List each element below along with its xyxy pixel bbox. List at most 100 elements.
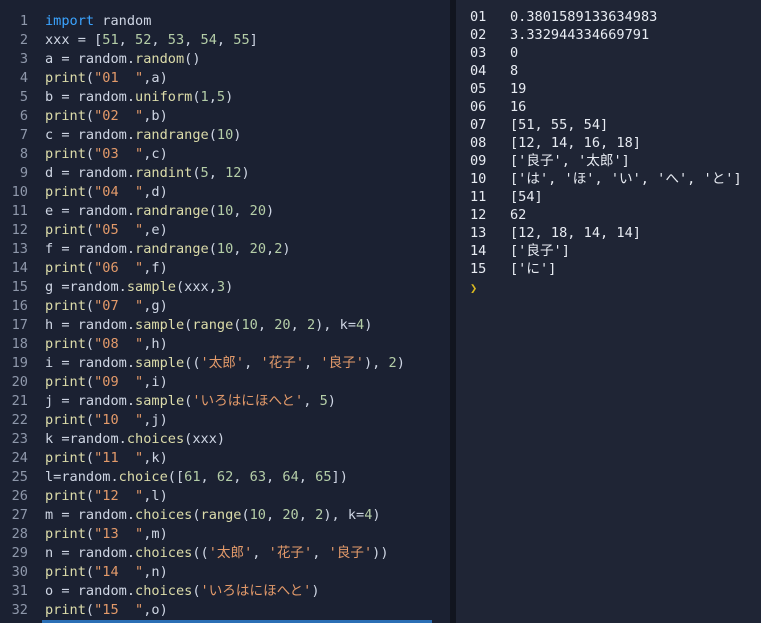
code-text[interactable]: print("06 ",f) — [45, 259, 168, 278]
line-number: 4 — [19, 70, 28, 86]
code-text[interactable]: print("04 ",d) — [45, 183, 168, 202]
line-number: 25 — [11, 469, 28, 485]
line-number: 14 — [11, 260, 28, 276]
code-text[interactable]: m = random.choices(range(10, 20, 2), k=4… — [45, 506, 381, 525]
output-label: 15 — [470, 261, 487, 277]
code-text[interactable]: n = random.choices(('太郎', '花子', '良子')) — [45, 544, 389, 563]
code-text[interactable]: k =random.choices(xxx) — [45, 430, 225, 449]
code-text[interactable]: h = random.sample(range(10, 20, 2), k=4) — [45, 316, 372, 335]
output-value: 19 — [510, 81, 527, 97]
output-label: 09 — [470, 153, 487, 169]
code-text[interactable]: d = random.randint(5, 12) — [45, 164, 250, 183]
output-value: 3.332944334669791 — [510, 27, 650, 43]
line-number: 30 — [11, 564, 28, 580]
output-line: 01 0.3801589133634983 — [470, 8, 657, 26]
output-label: 11 — [470, 189, 487, 205]
line-number: 21 — [11, 393, 28, 409]
line-number: 32 — [11, 602, 28, 618]
code-text[interactable]: print("09 ",i) — [45, 373, 168, 392]
line-number: 10 — [11, 184, 28, 200]
line-number: 31 — [11, 583, 28, 599]
output-line: 06 16 — [470, 98, 526, 116]
code-text[interactable]: f = random.randrange(10, 20,2) — [45, 240, 291, 259]
code-text[interactable]: print("01 ",a) — [45, 69, 168, 88]
line-number: 15 — [11, 279, 28, 295]
code-text[interactable]: print("11 ",k) — [45, 449, 168, 468]
line-number: 13 — [11, 241, 28, 257]
code-text[interactable]: print("07 ",g) — [45, 297, 168, 316]
code-text[interactable]: b = random.uniform(1,5) — [45, 88, 233, 107]
output-value: [12, 14, 16, 18] — [510, 135, 641, 151]
line-number: 23 — [11, 431, 28, 447]
output-label: 13 — [470, 225, 487, 241]
line-number: 2 — [19, 32, 28, 48]
line-number: 29 — [11, 545, 28, 561]
output-label: 06 — [470, 99, 487, 115]
line-number: 6 — [19, 108, 28, 124]
code-text[interactable]: print("15 ",o) — [45, 601, 168, 620]
code-text[interactable]: i = random.sample(('太郎', '花子', '良子'), 2) — [45, 354, 405, 373]
output-line: 08 [12, 14, 16, 18] — [470, 134, 641, 152]
output-label: 03 — [470, 45, 487, 61]
output-line: 09 ['良子', '太郎'] — [470, 152, 630, 170]
output-line: 10 ['は', 'ほ', 'い', 'へ', 'と'] — [470, 170, 742, 188]
code-text[interactable]: c = random.randrange(10) — [45, 126, 241, 145]
output-line: 14 ['良子'] — [470, 242, 570, 260]
code-text[interactable]: print("14 ",n) — [45, 563, 168, 582]
output-value: 62 — [510, 207, 527, 223]
code-text[interactable]: print("03 ",c) — [45, 145, 168, 164]
code-text[interactable]: print("10 ",j) — [45, 411, 168, 430]
line-number: 12 — [11, 222, 28, 238]
code-editor[interactable]: 1 import random 2 xxx = [51, 52, 53, 54, 55… — [0, 0, 450, 623]
line-number: 24 — [11, 450, 28, 466]
output-value: 8 — [510, 63, 519, 79]
code-text[interactable]: g =random.sample(xxx,3) — [45, 278, 233, 297]
code-text[interactable]: print("12 ",l) — [45, 487, 168, 506]
output-value: ['は', 'ほ', 'い', 'へ', 'と'] — [510, 171, 742, 187]
output-line: 02 3.332944334669791 — [470, 26, 649, 44]
code-text[interactable]: print("02 ",b) — [45, 107, 168, 126]
output-value: ['良子'] — [510, 243, 570, 259]
code-text[interactable]: j = random.sample('いろはにほへと', 5) — [45, 392, 336, 411]
output-line: 07 [51, 55, 54] — [470, 116, 608, 134]
output-label: 08 — [470, 135, 487, 151]
code-text[interactable]: l=random.choice([61, 62, 63, 64, 65]) — [45, 468, 348, 487]
output-line: 05 19 — [470, 80, 526, 98]
output-label: 04 — [470, 63, 487, 79]
code-text[interactable]: print("13 ",m) — [45, 525, 168, 544]
line-number: 27 — [11, 507, 28, 523]
line-number: 1 — [19, 13, 28, 29]
line-number: 28 — [11, 526, 28, 542]
code-text[interactable]: xxx = [51, 52, 53, 54, 55] — [45, 31, 258, 50]
output-label: 02 — [470, 27, 487, 43]
code-text[interactable]: print("05 ",e) — [45, 221, 168, 240]
line-number: 11 — [11, 203, 28, 219]
output-line: 11 [54] — [470, 188, 543, 206]
code-text[interactable]: o = random.choices('いろはにほへと') — [45, 582, 320, 601]
output-line: 13 [12, 18, 14, 14] — [470, 224, 641, 242]
line-number: 26 — [11, 488, 28, 504]
workspace: 1 import random 2 xxx = [51, 52, 53, 54, 55… — [0, 0, 761, 623]
output-console[interactable]: ❯ 01 0.3801589133634983 02 3.33294433466979… — [456, 0, 761, 623]
code-text[interactable]: e = random.randrange(10, 20) — [45, 202, 274, 221]
output-line: 04 8 — [470, 62, 518, 80]
line-number: 9 — [19, 165, 28, 181]
output-value: [12, 18, 14, 14] — [510, 225, 641, 241]
output-label: 10 — [470, 171, 487, 187]
output-value: [54] — [510, 189, 543, 205]
console-prompt-icon: ❯ — [470, 281, 478, 295]
line-number: 8 — [19, 146, 28, 162]
line-number: 18 — [11, 336, 28, 352]
code-text[interactable]: a = random.random() — [45, 50, 201, 69]
output-line: 15 ['に'] — [470, 260, 556, 278]
code-text[interactable]: print("08 ",h) — [45, 335, 168, 354]
output-value: ['良子', '太郎'] — [510, 153, 630, 169]
output-line: 03 0 — [470, 44, 518, 62]
line-number: 17 — [11, 317, 28, 333]
code-text[interactable]: import random — [45, 12, 151, 31]
line-number: 19 — [11, 355, 28, 371]
output-value: 0 — [510, 45, 519, 61]
line-number: 5 — [19, 89, 28, 105]
line-number: 16 — [11, 298, 28, 314]
output-value: ['に'] — [510, 261, 557, 277]
